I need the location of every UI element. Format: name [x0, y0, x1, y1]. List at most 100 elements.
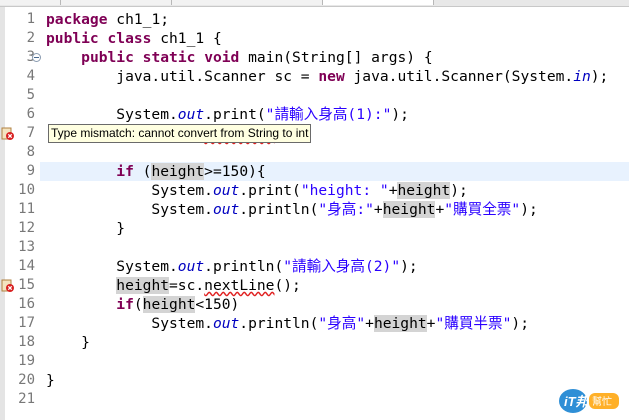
code-token: out — [212, 201, 240, 218]
code-text: System.out.print("height: "+height); — [46, 181, 468, 200]
line-number: 13 — [18, 239, 35, 255]
code-text: System.out.println("請輸入身高(2)"); — [46, 257, 418, 276]
code-line[interactable]: 17 System.out.println("身高"+height+"購買半票"… — [0, 314, 629, 333]
line-number: 1 — [26, 11, 35, 27]
code-token: System. — [46, 182, 213, 199]
code-text: System.out.println("身高"+height+"購買半票"); — [46, 314, 529, 333]
code-token: } — [46, 334, 90, 351]
code-text: public static void main(String[] args) { — [46, 48, 432, 67]
code-token: ); — [590, 68, 609, 85]
code-token: ch1_1; — [107, 11, 170, 28]
editor-tab[interactable] — [61, 0, 172, 5]
code-line[interactable]: 15 height=sc.nextLine(); — [0, 276, 629, 295]
code-token: "請輸入身高(1):" — [265, 106, 392, 123]
code-text: System.out.print("請輸入身高(1):"); — [46, 105, 409, 124]
logo-subtext: 幫忙 — [592, 395, 612, 408]
code-line[interactable]: 14 System.out.println("請輸入身高(2)"); — [0, 257, 629, 276]
code-token: height — [397, 182, 451, 199]
code-token: =sc. — [169, 277, 205, 294]
fold-toggle-icon[interactable] — [32, 53, 41, 62]
code-text: public class ch1_1 { — [46, 29, 222, 48]
code-text: height=sc.nextLine(); — [46, 276, 301, 295]
error-marker-icon[interactable] — [1, 279, 15, 293]
code-token: } — [46, 220, 126, 237]
code-token: ); — [391, 106, 409, 123]
error-marker-icon[interactable] — [1, 127, 15, 141]
code-text: if(height<150) — [46, 295, 239, 314]
code-token: "height: " — [300, 182, 389, 199]
code-line[interactable]: 6 System.out.print("請輸入身高(1):"); — [0, 105, 629, 124]
code-token: System. — [46, 201, 213, 218]
code-token: void — [204, 49, 240, 66]
code-line[interactable]: 18 } — [0, 333, 629, 352]
code-line[interactable]: 20} — [0, 371, 629, 390]
line-number: 2 — [26, 30, 35, 46]
line-number: 12 — [18, 220, 35, 236]
code-line[interactable]: 21 — [0, 390, 629, 409]
code-token: ( — [133, 296, 143, 313]
code-token: height — [382, 201, 436, 218]
code-token: height — [373, 315, 427, 332]
code-text: if (height>=150){ — [46, 162, 266, 181]
code-token: + — [365, 315, 374, 332]
line-number: 21 — [18, 391, 35, 407]
error-tooltip: Type mismatch: cannot convert from Strin… — [48, 124, 312, 143]
code-token: .print( — [204, 106, 266, 123]
line-number: 20 — [18, 372, 35, 388]
logo-text: iT邦 — [564, 394, 592, 409]
code-line[interactable]: 19 — [0, 352, 629, 371]
code-token: static — [142, 49, 196, 66]
code-line[interactable]: 9 if (height>=150){ — [27, 162, 629, 181]
code-text: package ch1_1; — [46, 10, 169, 29]
editor-tab[interactable] — [0, 0, 61, 5]
code-token: System. — [46, 106, 178, 123]
code-token: height — [116, 277, 170, 294]
code-line[interactable]: 16 if(height<150) — [0, 295, 629, 314]
code-line[interactable]: 4 java.util.Scanner sc = new java.util.S… — [0, 67, 629, 86]
code-token: ); — [511, 315, 529, 332]
code-token: .print( — [239, 182, 301, 199]
code-line[interactable]: 12 } — [0, 219, 629, 238]
code-token: height — [151, 163, 205, 180]
editor-tab[interactable] — [172, 0, 323, 5]
code-line[interactable]: 8 — [0, 143, 629, 162]
editor-tab-active[interactable] — [323, 0, 434, 5]
line-number: 8 — [26, 144, 35, 160]
line-number: 4 — [26, 68, 35, 84]
code-token: .println( — [204, 258, 284, 275]
code-token: (); — [274, 277, 301, 294]
code-line[interactable]: 5 — [0, 86, 629, 105]
code-token: out — [212, 315, 240, 332]
code-token: <150) — [195, 296, 240, 313]
code-token: System. — [46, 315, 213, 332]
code-line[interactable]: 3 public static void main(String[] args)… — [0, 48, 629, 67]
code-token: "請輸入身高(2)" — [283, 258, 401, 275]
code-token: .println( — [239, 315, 319, 332]
code-token: .println( — [239, 201, 319, 218]
code-token: >=150){ — [204, 163, 266, 180]
code-text: } — [46, 333, 90, 352]
code-token: ); — [400, 258, 418, 275]
code-token: ( — [133, 163, 152, 180]
code-line[interactable]: 1 package ch1_1; — [0, 10, 629, 29]
itbang-logo: iT邦 幫忙 — [559, 389, 619, 413]
line-number: 19 — [18, 353, 35, 369]
code-line[interactable]: 11 System.out.println("身高:"+height+"購買全票… — [0, 200, 629, 219]
code-token: if — [116, 296, 134, 313]
code-token: "身高:" — [318, 201, 374, 218]
line-number: 11 — [18, 201, 35, 217]
code-text: } — [46, 371, 55, 390]
code-line[interactable]: 10 System.out.print("height: "+height); — [0, 181, 629, 200]
code-token: ch1_1 { — [151, 30, 222, 47]
code-line[interactable]: 13 — [0, 238, 629, 257]
line-number: 18 — [18, 334, 35, 350]
line-number: 16 — [18, 296, 35, 312]
line-number: 17 — [18, 315, 35, 331]
code-line[interactable]: 2 public class ch1_1 { — [0, 29, 629, 48]
code-token: } — [46, 372, 55, 389]
